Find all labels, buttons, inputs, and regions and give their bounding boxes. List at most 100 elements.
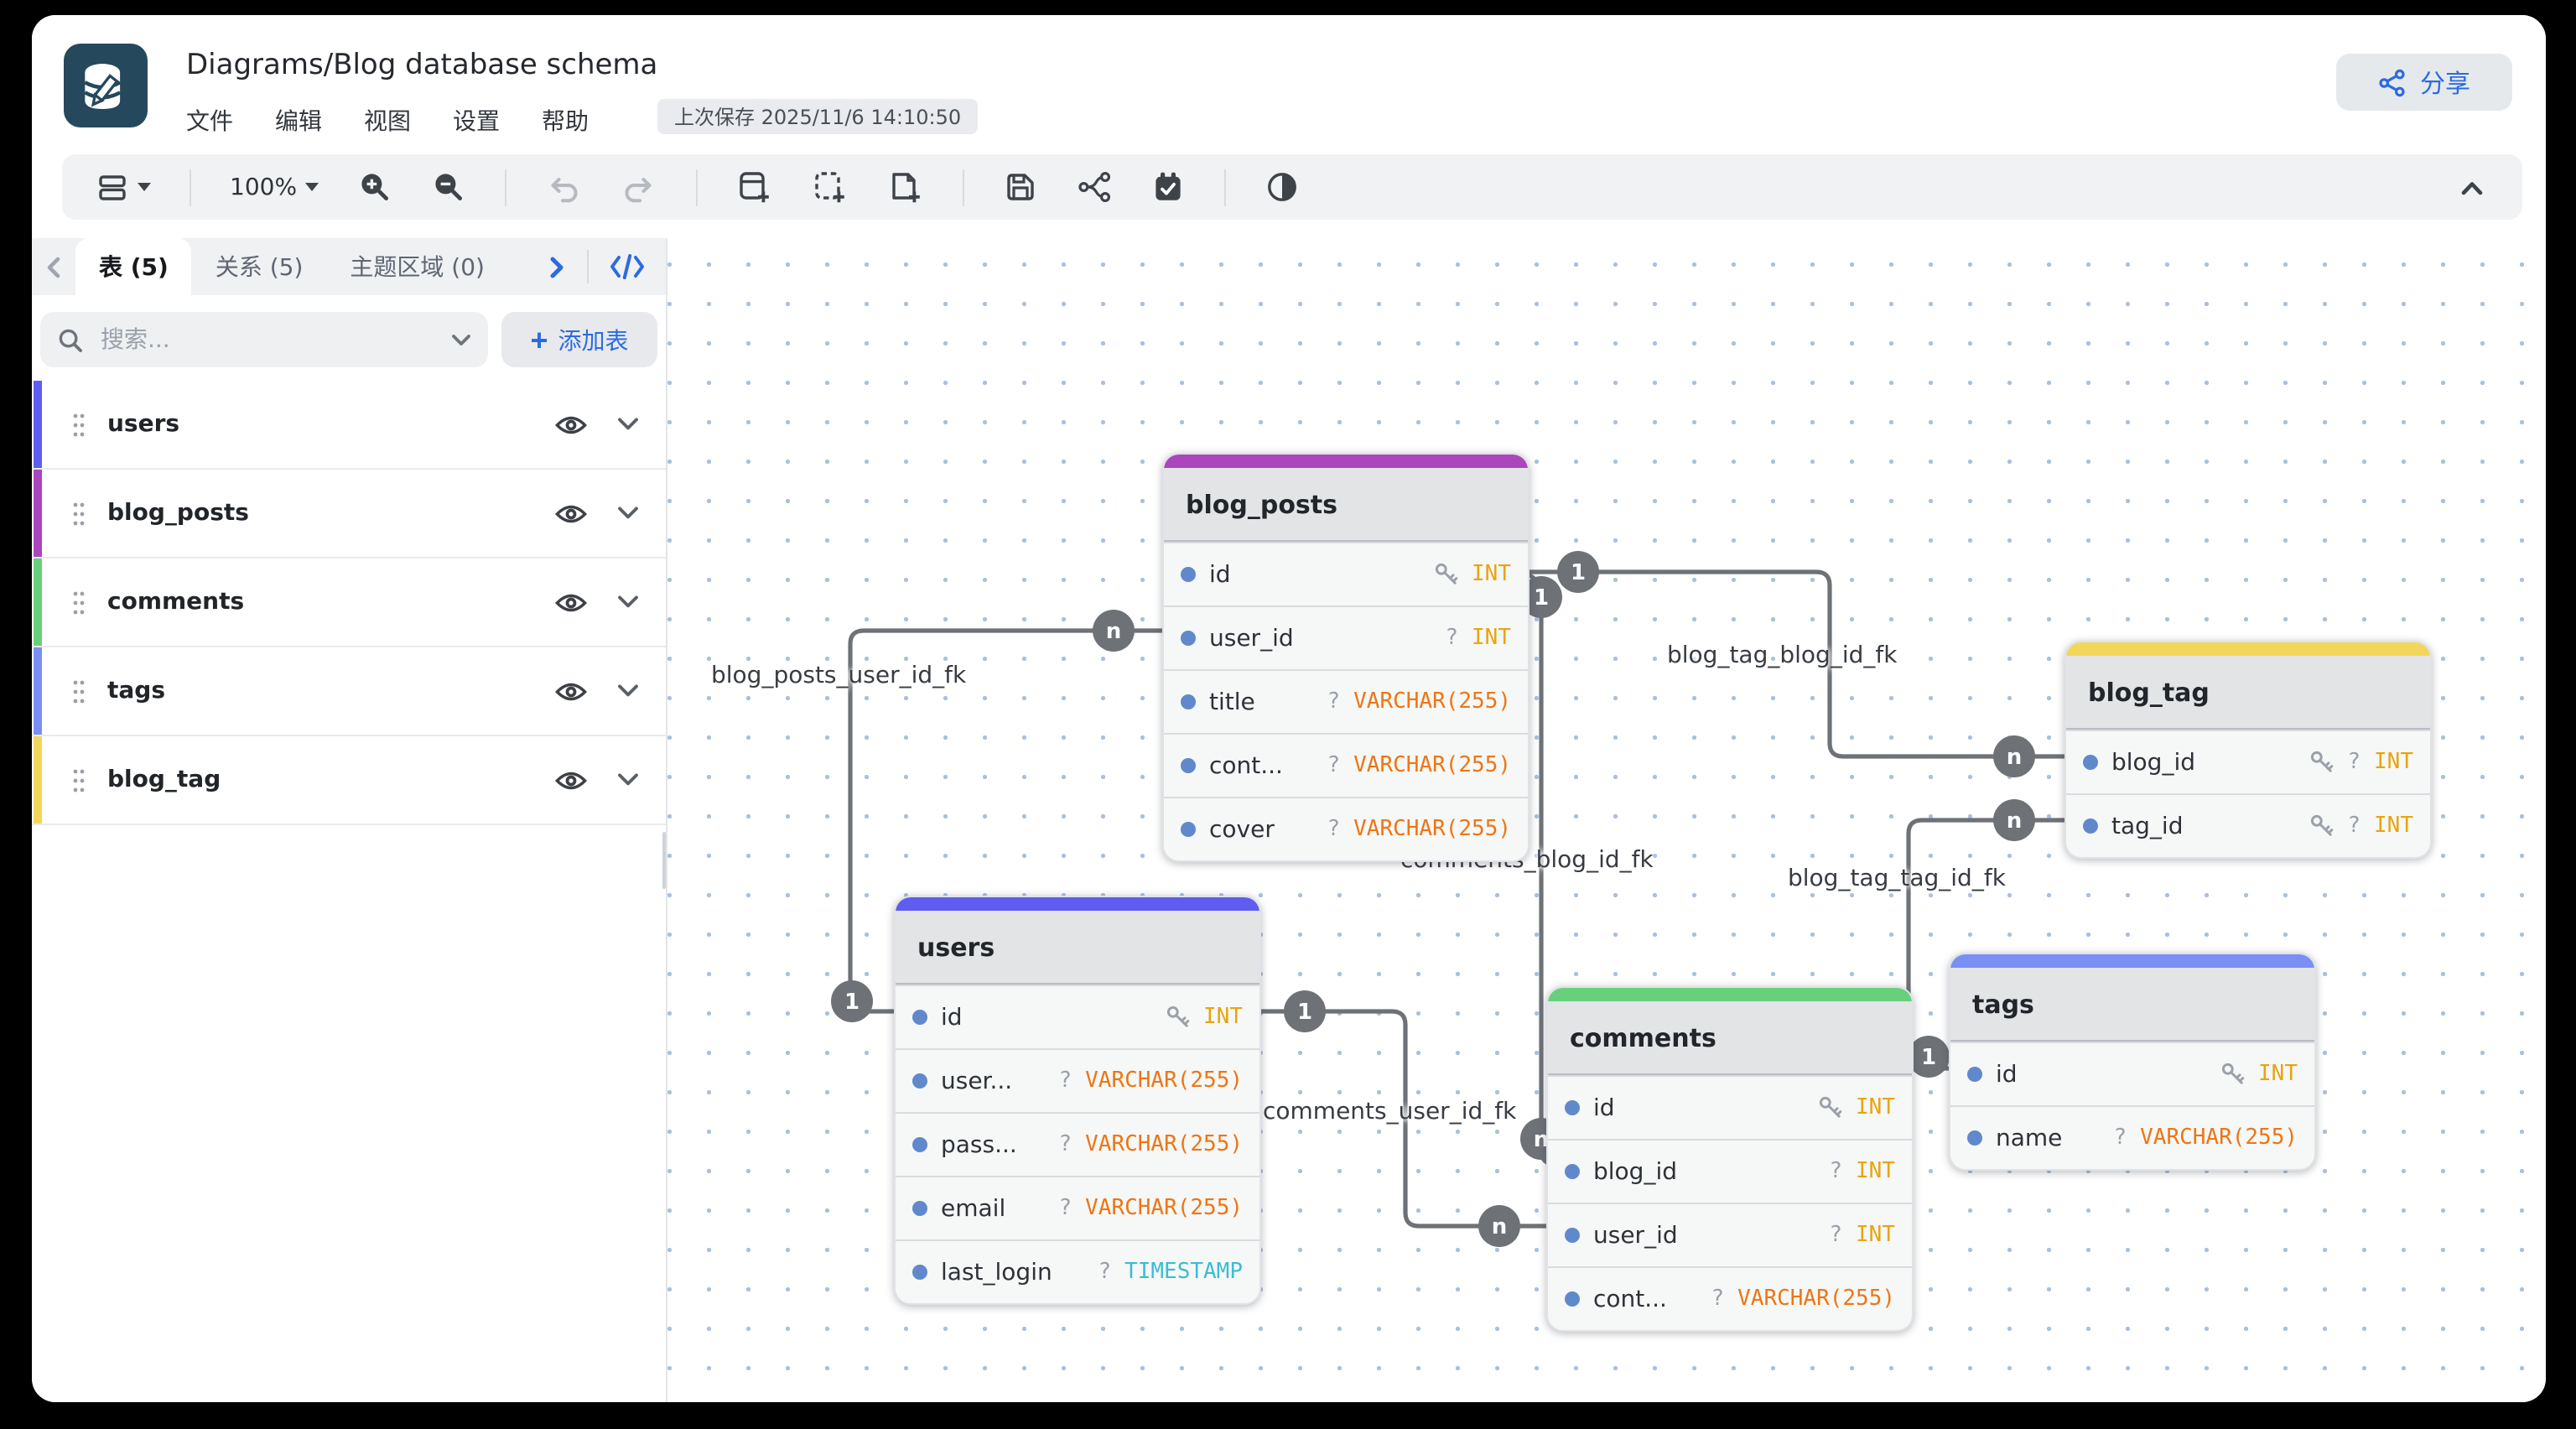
menu-item[interactable]: 视图 bbox=[364, 104, 411, 138]
visibility-eye-icon[interactable] bbox=[555, 680, 587, 702]
nullable-mark: ? bbox=[1059, 1068, 1072, 1094]
table-field-row[interactable]: user...?VARCHAR(255) bbox=[896, 1048, 1259, 1112]
theme-toggle[interactable] bbox=[1258, 164, 1306, 210]
table-field-row[interactable]: user_id?INT bbox=[1164, 605, 1528, 669]
field-type: INT bbox=[2374, 750, 2413, 775]
undo-button[interactable] bbox=[538, 165, 589, 209]
table-field-row[interactable]: pass...?VARCHAR(255) bbox=[896, 1112, 1259, 1176]
todo-button[interactable] bbox=[1144, 164, 1192, 210]
visibility-eye-icon[interactable] bbox=[555, 769, 587, 791]
database-pencil-icon bbox=[77, 57, 134, 114]
drag-handle[interactable] bbox=[72, 501, 86, 526]
field-dot-icon bbox=[1565, 1164, 1580, 1179]
menu-item[interactable]: 设置 bbox=[453, 104, 500, 138]
field-dot-icon bbox=[1967, 1067, 1982, 1082]
sidebar-table-name: users bbox=[107, 411, 555, 438]
chevron-down-icon[interactable] bbox=[617, 507, 639, 520]
tabs-scroll-right-button[interactable] bbox=[535, 254, 579, 279]
field-type: INT bbox=[1472, 626, 1511, 651]
field-type: TIMESTAMP bbox=[1124, 1260, 1243, 1285]
menu-item[interactable]: 帮助 bbox=[542, 104, 589, 138]
add-area-tool[interactable] bbox=[805, 164, 855, 210]
chevron-left-icon bbox=[44, 254, 64, 279]
table-field-row[interactable]: tag_id?INT bbox=[2066, 793, 2430, 857]
table-field-row[interactable]: email?VARCHAR(255) bbox=[896, 1176, 1259, 1239]
diagram-canvas[interactable]: 1n1n1n1n1n blog_posts_user_id_fkblog_tag… bbox=[667, 238, 2546, 1402]
tab-subject-areas[interactable]: 主题区域 (0) bbox=[326, 238, 508, 295]
zoom-level-dropdown[interactable]: 100% bbox=[223, 169, 325, 205]
drag-handle[interactable] bbox=[72, 767, 86, 792]
nullable-mark: ? bbox=[2347, 750, 2360, 775]
table-field-row[interactable]: name?VARCHAR(255) bbox=[1950, 1105, 2314, 1169]
zoom-in-button[interactable] bbox=[351, 164, 399, 210]
nullable-mark: ? bbox=[1327, 753, 1341, 778]
cardinality-label: n bbox=[1106, 619, 1122, 644]
nullable-mark: ? bbox=[1059, 1132, 1072, 1157]
table-field-row[interactable]: cont...?VARCHAR(255) bbox=[1548, 1266, 1912, 1330]
collapse-toolbar-button[interactable] bbox=[2449, 169, 2496, 205]
layout-menu-button[interactable] bbox=[89, 165, 158, 209]
table-field-row[interactable]: idINT bbox=[1950, 1042, 2314, 1105]
menu-item[interactable]: 编辑 bbox=[275, 104, 322, 138]
chevron-down-icon[interactable] bbox=[617, 684, 639, 698]
table-field-row[interactable]: idINT bbox=[1164, 542, 1528, 605]
drag-handle[interactable] bbox=[72, 412, 86, 437]
sidebar-table-row[interactable]: tags bbox=[32, 647, 666, 736]
relationships-button[interactable] bbox=[1070, 164, 1119, 210]
diagram-table-tags[interactable]: tagsidINTname?VARCHAR(255) bbox=[1949, 953, 2316, 1171]
add-note-tool[interactable] bbox=[880, 164, 931, 210]
sidebar-table-row[interactable]: blog_tag bbox=[32, 736, 666, 825]
zoom-out-button[interactable] bbox=[424, 164, 473, 210]
chevron-down-icon[interactable] bbox=[617, 595, 639, 609]
diagram-table-comments[interactable]: commentsidINTblog_id?INTuser_id?INTcont.… bbox=[1546, 986, 1914, 1332]
diagram-table-blog_posts[interactable]: blog_postsidINTuser_id?INTtitle?VARCHAR(… bbox=[1162, 453, 1530, 862]
save-button[interactable] bbox=[996, 164, 1045, 210]
nullable-mark: ? bbox=[1711, 1286, 1725, 1312]
table-field-row[interactable]: user_id?INT bbox=[1548, 1203, 1912, 1266]
search-input[interactable] bbox=[97, 325, 438, 355]
table-color-strip bbox=[1548, 988, 1912, 1001]
drag-handle[interactable] bbox=[72, 590, 86, 615]
redo-button[interactable] bbox=[614, 165, 664, 209]
field-type: VARCHAR(255) bbox=[1353, 753, 1511, 778]
table-field-row[interactable]: blog_id?INT bbox=[1548, 1139, 1912, 1203]
visibility-eye-icon[interactable] bbox=[555, 502, 587, 524]
menu-bar: 文件 编辑 视图 设置 帮助 bbox=[186, 104, 589, 138]
table-color-strip bbox=[1164, 455, 1528, 468]
table-field-row[interactable]: cont...?VARCHAR(255) bbox=[1164, 733, 1528, 797]
cardinality-label: n bbox=[2007, 745, 2023, 770]
toolbar: 100% bbox=[62, 154, 2522, 220]
table-field-row[interactable]: blog_id?INT bbox=[2066, 730, 2430, 793]
search-box[interactable] bbox=[40, 312, 488, 367]
menu-item[interactable]: 文件 bbox=[186, 104, 233, 138]
chevron-down-icon[interactable] bbox=[617, 773, 639, 787]
diagram-table-users[interactable]: usersidINTuser...?VARCHAR(255)pass...?VA… bbox=[894, 896, 1261, 1305]
drag-handle[interactable] bbox=[72, 678, 86, 704]
sidebar-table-row[interactable]: comments bbox=[32, 559, 666, 647]
chevron-down-icon[interactable] bbox=[617, 418, 639, 431]
tabs-scroll-left-button[interactable] bbox=[32, 254, 75, 279]
visibility-eye-icon[interactable] bbox=[555, 591, 587, 613]
code-icon bbox=[609, 253, 646, 280]
table-field-row[interactable]: title?VARCHAR(255) bbox=[1164, 669, 1528, 733]
add-note-icon bbox=[887, 169, 924, 205]
sidebar-table-row[interactable]: users bbox=[32, 381, 666, 470]
sidebar-table-row[interactable]: blog_posts bbox=[32, 470, 666, 559]
diagram-table-blog_tag[interactable]: blog_tagblog_id?INTtag_id?INT bbox=[2064, 641, 2432, 859]
add-table-button[interactable]: + 添加表 bbox=[501, 312, 657, 367]
visibility-eye-icon[interactable] bbox=[555, 413, 587, 435]
table-field-row[interactable]: idINT bbox=[896, 985, 1259, 1048]
table-field-row[interactable]: last_login?TIMESTAMP bbox=[896, 1239, 1259, 1303]
table-field-row[interactable]: idINT bbox=[1548, 1075, 1912, 1139]
field-type: VARCHAR(255) bbox=[2140, 1125, 2298, 1151]
undo-icon bbox=[545, 170, 582, 204]
add-table-tool[interactable] bbox=[730, 164, 780, 210]
share-button[interactable]: 分享 bbox=[2336, 54, 2512, 111]
code-view-button[interactable] bbox=[597, 253, 666, 280]
tab-tables[interactable]: 表 (5) bbox=[75, 238, 192, 295]
table-field-row[interactable]: cover?VARCHAR(255) bbox=[1164, 797, 1528, 860]
tab-relationships[interactable]: 关系 (5) bbox=[192, 238, 327, 295]
toolbar-divider bbox=[696, 169, 698, 205]
chevron-down-icon[interactable] bbox=[451, 333, 471, 346]
field-dot-icon bbox=[1565, 1228, 1580, 1243]
